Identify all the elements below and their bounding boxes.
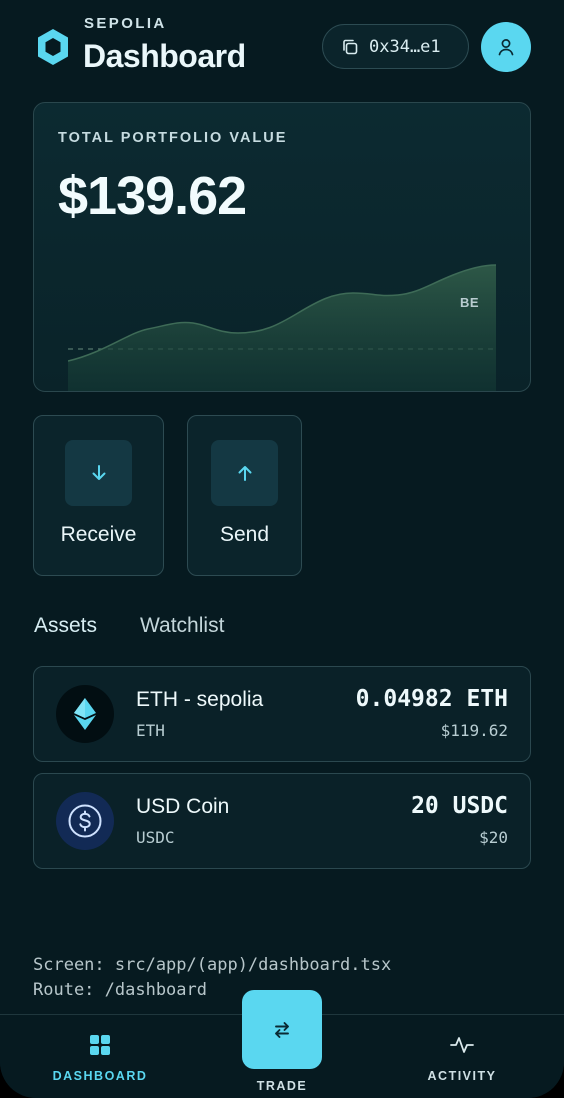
portfolio-value: $139.62 (58, 166, 247, 226)
dollar-coin-icon (56, 792, 114, 850)
send-label: Send (219, 523, 270, 546)
receive-button[interactable]: Receive (33, 415, 164, 576)
tab-assets[interactable]: Assets (34, 614, 97, 638)
wallet-address-button[interactable]: 0x34…e1 (322, 24, 469, 69)
avatar-button[interactable] (481, 22, 531, 72)
debug-route: Route: /dashboard (33, 980, 207, 1000)
arrow-down-icon (92, 465, 105, 480)
asset-amount: 20 USDC (411, 793, 508, 819)
nav-dashboard-label: DASHBOARD (52, 1069, 148, 1083)
portfolio-card: TOTAL PORTFOLIO VALUE $139.62 BE (33, 102, 531, 392)
user-icon (498, 39, 514, 56)
debug-screen-path: Screen: src/app/(app)/dashboard.tsx (33, 955, 392, 975)
asset-row-eth[interactable]: ETH - sepolia ETH 0.04982 ETH $119.62 (33, 666, 531, 762)
nav-activity-label: ACTIVITY (427, 1069, 497, 1083)
asset-name: USD Coin (136, 795, 230, 818)
portfolio-label: TOTAL PORTFOLIO VALUE (58, 130, 288, 146)
asset-symbol: USDC (136, 828, 175, 847)
arrow-up-icon (238, 466, 251, 481)
trade-button[interactable] (242, 990, 322, 1069)
send-icon-box (211, 440, 278, 506)
portfolio-chart (68, 264, 498, 391)
asset-amount: 0.04982 ETH (355, 686, 508, 712)
activity-icon (450, 1037, 474, 1053)
network-label: SEPOLIA (84, 15, 167, 32)
wallet-address: 0x34…e1 (369, 36, 441, 57)
ethereum-icon (56, 685, 114, 743)
swap-icon (275, 1021, 289, 1038)
logo-icon (38, 29, 68, 65)
nav-trade-label: TRADE (256, 1079, 308, 1093)
asset-usd-value: $119.62 (440, 721, 508, 740)
tab-watchlist[interactable]: Watchlist (140, 614, 224, 638)
page-title: Dashboard (83, 38, 246, 74)
receive-label: Receive (60, 523, 137, 546)
send-button[interactable]: Send (187, 415, 302, 576)
nav-dashboard[interactable]: DASHBOARD (20, 1015, 180, 1098)
receive-icon-box (65, 440, 132, 506)
asset-name: ETH - sepolia (136, 688, 264, 711)
asset-symbol: ETH (136, 721, 165, 740)
dashboard-screen: SEPOLIA Dashboard 0x34…e1 TOTAL PORTFOLI… (0, 0, 564, 1098)
asset-row-usdc[interactable]: USD Coin USDC 20 USDC $20 (33, 773, 531, 869)
nav-activity[interactable]: ACTIVITY (382, 1015, 542, 1098)
grid-icon (90, 1035, 110, 1055)
copy-icon (343, 39, 358, 54)
chart-badge: BE (460, 295, 480, 310)
asset-usd-value: $20 (479, 828, 508, 847)
